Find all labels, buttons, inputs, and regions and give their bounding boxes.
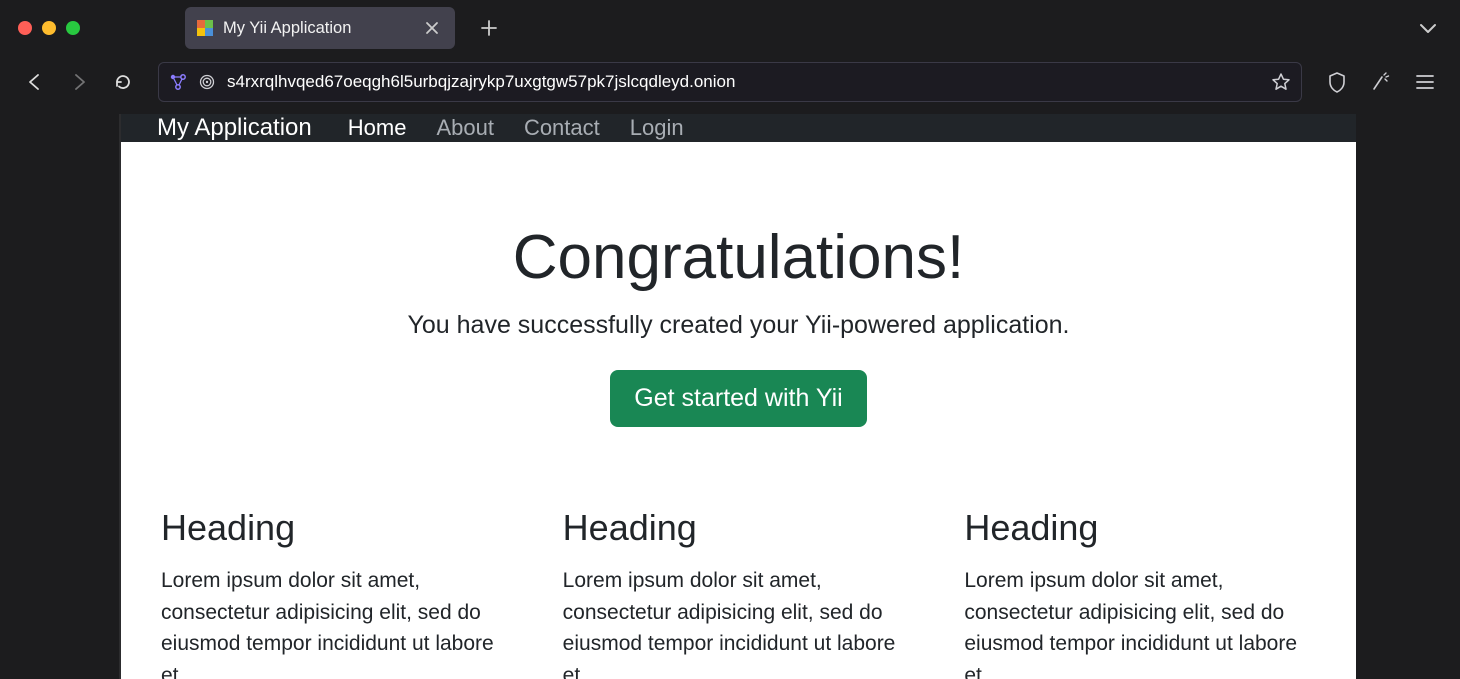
tab-favicon xyxy=(197,20,213,36)
site-brand[interactable]: My Application xyxy=(157,114,312,142)
tab-close-button[interactable] xyxy=(421,21,443,35)
column-body: Lorem ipsum dolor sit amet, consectetur … xyxy=(161,565,513,679)
new-tab-button[interactable] xyxy=(475,14,503,42)
nav-login[interactable]: Login xyxy=(630,115,684,141)
site-navbar: My Application Home About Contact Login xyxy=(121,114,1356,142)
hero-subtitle: You have successfully created your Yii-p… xyxy=(151,311,1326,340)
close-window-button[interactable] xyxy=(18,21,32,35)
nav-home[interactable]: Home xyxy=(348,115,407,141)
shield-icon[interactable] xyxy=(1320,65,1354,99)
tab-title: My Yii Application xyxy=(223,19,411,38)
page-content: My Application Home About Contact Login … xyxy=(121,114,1356,679)
window-controls xyxy=(18,21,80,35)
address-bar[interactable]: s4rxrqlhvqed67oeqgh6l5urbqjzajrykp7uxgtg… xyxy=(158,62,1302,102)
maximize-window-button[interactable] xyxy=(66,21,80,35)
tabs-overflow-button[interactable] xyxy=(1414,14,1442,42)
column-2: Heading Lorem ipsum dolor sit amet, cons… xyxy=(563,507,915,679)
nav-about[interactable]: About xyxy=(436,115,494,141)
tor-circuit-icon[interactable] xyxy=(169,73,187,91)
browser-chrome: My Yii Application xyxy=(0,0,1460,114)
security-level-icon[interactable] xyxy=(1364,65,1398,99)
nav-contact[interactable]: Contact xyxy=(524,115,600,141)
toolbar: s4rxrqlhvqed67oeqgh6l5urbqjzajrykp7uxgtg… xyxy=(0,56,1460,108)
tab-strip: My Yii Application xyxy=(0,0,1460,56)
minimize-window-button[interactable] xyxy=(42,21,56,35)
column-1: Heading Lorem ipsum dolor sit amet, cons… xyxy=(161,507,513,679)
column-heading: Heading xyxy=(563,507,915,549)
column-heading: Heading xyxy=(161,507,513,549)
viewport: My Application Home About Contact Login … xyxy=(0,114,1460,679)
column-heading: Heading xyxy=(964,507,1316,549)
reload-button[interactable] xyxy=(106,65,140,99)
hero: Congratulations! You have successfully c… xyxy=(121,142,1356,467)
onion-site-icon[interactable] xyxy=(199,74,215,90)
columns: Heading Lorem ipsum dolor sit amet, cons… xyxy=(121,467,1356,679)
column-body: Lorem ipsum dolor sit amet, consectetur … xyxy=(563,565,915,679)
column-body: Lorem ipsum dolor sit amet, consectetur … xyxy=(964,565,1316,679)
back-button[interactable] xyxy=(18,65,52,99)
browser-tab[interactable]: My Yii Application xyxy=(185,7,455,49)
url-text: s4rxrqlhvqed67oeqgh6l5urbqjzajrykp7uxgtg… xyxy=(227,72,1259,92)
column-3: Heading Lorem ipsum dolor sit amet, cons… xyxy=(964,507,1316,679)
cta-button[interactable]: Get started with Yii xyxy=(610,370,866,427)
bookmark-star-icon[interactable] xyxy=(1271,72,1291,92)
hero-title: Congratulations! xyxy=(151,222,1326,293)
forward-button[interactable] xyxy=(62,65,96,99)
app-menu-button[interactable] xyxy=(1408,65,1442,99)
